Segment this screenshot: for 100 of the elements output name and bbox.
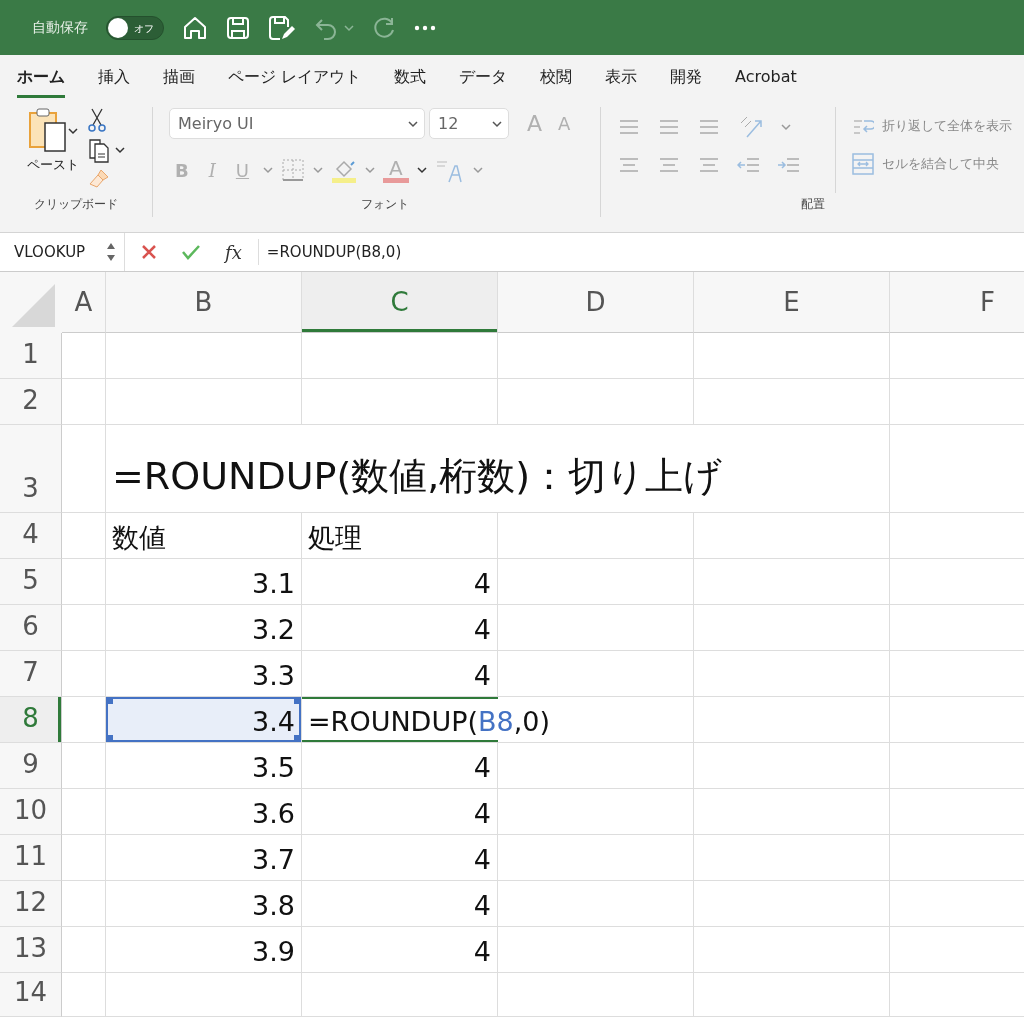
insert-function-button[interactable]: fx [225,238,242,266]
selected-cell[interactable]: 3.4 [106,697,302,743]
table-cell[interactable]: 3.9 [106,927,302,973]
table-cell[interactable]: 3.5 [106,743,302,789]
font-name-dropdown[interactable]: Meiryo UI [169,108,425,139]
table-cell[interactable]: 4 [302,559,498,605]
column-header[interactable]: B [106,272,302,333]
table-cell[interactable] [498,559,694,605]
autosave-toggle[interactable]: オフ [106,15,164,40]
table-cell[interactable] [62,513,106,559]
table-cell[interactable] [62,743,106,789]
ribbon-tab[interactable]: 校閲 [540,63,573,98]
row-header[interactable]: 9 [0,743,62,789]
table-cell[interactable]: 4 [302,835,498,881]
table-cell[interactable]: 3.2 [106,605,302,651]
table-cell[interactable] [498,973,694,1017]
align-left-icon[interactable] [617,155,641,175]
table-cell[interactable] [498,379,694,425]
home-icon[interactable] [182,14,208,41]
align-middle-icon[interactable] [657,117,681,137]
table-cell[interactable] [62,881,106,927]
table-cell[interactable]: 3.7 [106,835,302,881]
more-icon[interactable] [414,24,436,31]
table-cell[interactable] [498,743,694,789]
row-header[interactable]: 2 [0,379,62,425]
confirm-icon[interactable] [181,244,201,260]
table-cell[interactable] [694,333,890,379]
row-header[interactable]: 1 [0,333,62,379]
align-bottom-icon[interactable] [697,117,721,137]
table-cell[interactable]: 3.8 [106,881,302,927]
table-cell[interactable] [62,973,106,1017]
column-header[interactable]: F [890,272,1024,333]
table-cell[interactable] [694,697,890,743]
column-header[interactable]: A [62,272,106,333]
merge-cells-icon[interactable] [852,153,874,175]
table-cell[interactable]: 4 [302,789,498,835]
table-cell[interactable] [62,379,106,425]
table-cell[interactable] [62,789,106,835]
ribbon-tab[interactable]: 表示 [605,63,638,98]
row-header[interactable]: 10 [0,789,62,835]
increase-indent-icon[interactable] [777,155,801,175]
scissors-icon[interactable] [87,107,107,133]
ribbon-tab[interactable]: Acrobat [735,63,797,98]
selection-handle[interactable] [294,735,301,742]
table-cell[interactable] [694,835,890,881]
ribbon-tab[interactable]: データ [459,63,508,98]
chevron-down-icon[interactable] [68,127,78,135]
column-header[interactable]: E [694,272,890,333]
copy-icon[interactable] [87,137,111,163]
table-cell[interactable] [62,559,106,605]
redo-icon[interactable] [372,15,396,40]
save-icon[interactable] [226,15,250,40]
align-center-icon[interactable] [657,155,681,175]
cell-formula-text[interactable]: =ROUNDUP(B8,0) [308,705,550,738]
table-cell[interactable] [62,333,106,379]
editing-cell[interactable]: =ROUNDUP(B8,0) [302,697,694,743]
table-cell[interactable] [498,333,694,379]
table-cell[interactable] [694,789,890,835]
table-cell[interactable] [302,379,498,425]
table-cell[interactable]: 4 [302,743,498,789]
table-cell[interactable] [62,651,106,697]
table-cell[interactable] [498,835,694,881]
table-cell[interactable] [694,513,890,559]
table-cell[interactable] [62,835,106,881]
row-header[interactable]: 11 [0,835,62,881]
selection-handle[interactable] [106,697,113,704]
table-cell[interactable] [302,973,498,1017]
table-cell[interactable] [62,605,106,651]
row-header[interactable]: 13 [0,927,62,973]
row-header[interactable]: 8 [0,697,62,743]
table-cell[interactable] [694,559,890,605]
chevron-down-icon[interactable] [416,166,427,174]
table-cell[interactable]: 4 [302,881,498,927]
table-cell[interactable] [694,881,890,927]
table-cell[interactable] [498,927,694,973]
table-cell[interactable]: 3.6 [106,789,302,835]
stepper-icon[interactable] [106,241,116,263]
table-cell[interactable] [106,379,302,425]
table-cell[interactable] [498,881,694,927]
ribbon-tab[interactable]: 挿入 [98,63,130,98]
align-right-icon[interactable] [697,155,721,175]
ribbon-tab[interactable]: 開発 [670,63,703,98]
table-cell[interactable] [498,605,694,651]
column-header[interactable]: D [498,272,694,333]
save-edit-icon[interactable] [268,14,296,41]
paste-icon[interactable] [28,107,68,155]
name-box[interactable]: VLOOKUP [0,233,125,271]
decrease-indent-icon[interactable] [737,155,761,175]
align-top-icon[interactable] [617,117,641,137]
table-cell[interactable] [694,379,890,425]
row-header[interactable]: 4 [0,513,62,559]
table-cell[interactable]: 数値 [106,513,302,559]
cancel-icon[interactable] [141,244,157,260]
ribbon-tab[interactable]: ホーム [17,63,65,98]
table-cell[interactable]: 4 [302,927,498,973]
table-cell[interactable] [498,513,694,559]
ribbon-tab[interactable]: ページ レイアウト [228,63,362,98]
table-cell[interactable] [302,333,498,379]
table-cell[interactable]: =ROUNDUP(数値,桁数)：切り上げ [106,425,890,513]
table-cell[interactable] [498,789,694,835]
